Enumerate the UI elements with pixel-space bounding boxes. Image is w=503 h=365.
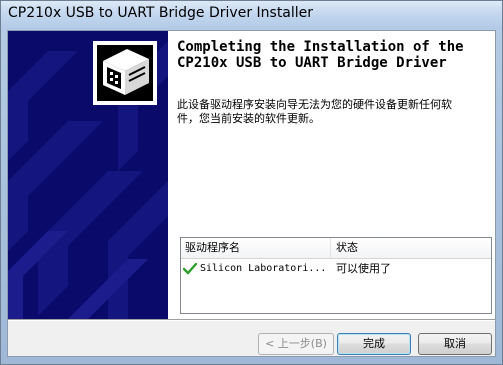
back-button[interactable]: < 上一步(B) xyxy=(258,333,334,355)
completion-panel: Completing the Installation of the CP210… xyxy=(168,31,495,319)
table-header: 驱动程序名 状态 xyxy=(181,238,491,259)
button-separator xyxy=(8,319,495,321)
driver-name: Silicon Laboratori... xyxy=(200,263,327,274)
driver-name-cell: Silicon Laboratori... xyxy=(182,260,331,278)
column-header-status[interactable]: 状态 xyxy=(331,238,491,258)
device-board-icon xyxy=(93,41,157,105)
completion-heading: Completing the Installation of the CP210… xyxy=(177,39,493,71)
window-title: CP210x USB to UART Bridge Driver Install… xyxy=(8,5,314,21)
heading-line-1: Completing the Installation of the xyxy=(177,39,464,55)
wizard-content: Completing the Installation of the CP210… xyxy=(7,30,496,357)
heading-line-2: CP210x USB to UART Bridge Driver xyxy=(177,55,447,71)
message-line-1: 此设备驱动程序安装向导无法为您的硬件设备更新任何软 xyxy=(177,98,452,111)
cancel-button[interactable]: 取消 xyxy=(418,333,492,355)
wizard-banner xyxy=(8,31,168,319)
table-row[interactable]: Silicon Laboratori... 可以使用了 xyxy=(181,260,491,278)
driver-status-table: 驱动程序名 状态 Silicon Laboratori... 可以使用了 xyxy=(180,237,492,314)
title-bar[interactable]: CP210x USB to UART Bridge Driver Install… xyxy=(1,1,502,29)
checkmark-icon xyxy=(182,262,198,275)
finish-button[interactable]: 完成 xyxy=(337,333,411,355)
column-header-driver-name[interactable]: 驱动程序名 xyxy=(181,238,331,258)
installer-window: CP210x USB to UART Bridge Driver Install… xyxy=(0,0,503,365)
completion-message: 此设备驱动程序安装向导无法为您的硬件设备更新任何软 件，您当前安装的软件更新。 xyxy=(177,98,493,126)
message-line-2: 件，您当前安装的软件更新。 xyxy=(177,112,320,125)
driver-status: 可以使用了 xyxy=(336,262,391,275)
